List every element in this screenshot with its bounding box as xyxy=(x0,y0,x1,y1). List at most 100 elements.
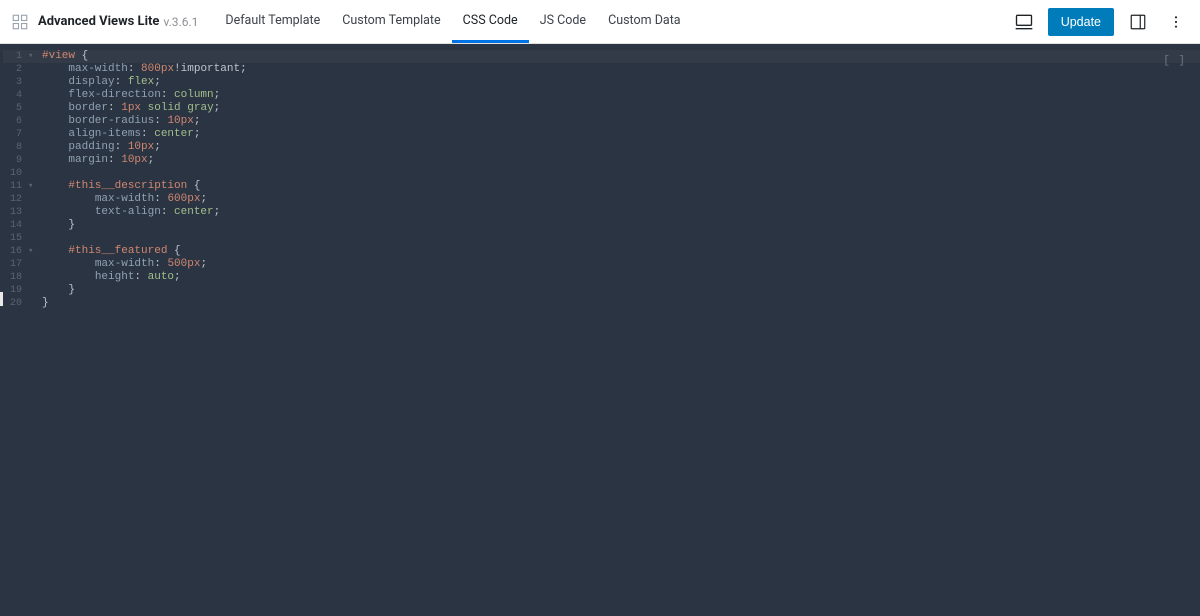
code-line[interactable]: 19 } xyxy=(0,284,1200,297)
code-text[interactable]: height: auto; xyxy=(38,271,181,284)
app-version: v.3.6.1 xyxy=(163,15,198,29)
line-number: 9 xyxy=(0,154,28,167)
fold-marker-icon xyxy=(28,193,38,206)
line-number: 10 xyxy=(0,167,28,180)
code-line[interactable]: 1▾#view { xyxy=(0,50,1200,63)
fold-marker-icon xyxy=(28,271,38,284)
code-line[interactable]: 18 height: auto; xyxy=(0,271,1200,284)
code-line[interactable]: 9 margin: 10px; xyxy=(0,154,1200,167)
more-options-icon[interactable] xyxy=(1162,8,1190,36)
code-line[interactable]: 4 flex-direction: column; xyxy=(0,89,1200,102)
code-text[interactable]: padding: 10px; xyxy=(38,141,161,154)
editor-left-marker xyxy=(0,292,3,306)
code-text[interactable]: } xyxy=(38,297,49,310)
code-line[interactable]: 3 display: flex; xyxy=(0,76,1200,89)
tab-custom-data[interactable]: Custom Data xyxy=(597,0,692,43)
fold-marker-icon xyxy=(28,219,38,232)
line-number: 12 xyxy=(0,193,28,206)
code-text[interactable]: #this__featured { xyxy=(38,245,181,258)
fold-marker-icon[interactable]: ▾ xyxy=(28,245,38,258)
code-text[interactable]: max-width: 800px!important; xyxy=(38,63,247,76)
line-number: 7 xyxy=(0,128,28,141)
code-line[interactable]: 20} xyxy=(0,297,1200,310)
code-lines[interactable]: 1▾#view {2 max-width: 800px!important;3 … xyxy=(0,44,1200,310)
fold-marker-icon xyxy=(28,154,38,167)
fold-marker-icon[interactable]: ▾ xyxy=(28,50,38,63)
line-number: 17 xyxy=(0,258,28,271)
line-number: 14 xyxy=(0,219,28,232)
code-line[interactable]: 10 xyxy=(0,167,1200,180)
fold-marker-icon xyxy=(28,102,38,115)
code-line[interactable]: 8 padding: 10px; xyxy=(0,141,1200,154)
fold-marker-icon[interactable]: ▾ xyxy=(28,180,38,193)
code-text[interactable]: #view { xyxy=(38,50,88,63)
code-text[interactable]: max-width: 600px; xyxy=(38,193,207,206)
panel-toggle-icon[interactable] xyxy=(1124,8,1152,36)
fold-marker-icon xyxy=(28,167,38,180)
toolbar-right: Update xyxy=(1010,8,1190,36)
fold-marker-icon xyxy=(28,63,38,76)
code-line[interactable]: 14 } xyxy=(0,219,1200,232)
fold-marker-icon xyxy=(28,258,38,271)
code-line[interactable]: 17 max-width: 500px; xyxy=(0,258,1200,271)
tab-default-template[interactable]: Default Template xyxy=(214,0,331,43)
line-number: 15 xyxy=(0,232,28,245)
code-line[interactable]: 7 align-items: center; xyxy=(0,128,1200,141)
line-number: 3 xyxy=(0,76,28,89)
line-number: 5 xyxy=(0,102,28,115)
line-number: 18 xyxy=(0,271,28,284)
editor-left-strip xyxy=(0,44,3,616)
fold-marker-icon xyxy=(28,128,38,141)
line-number: 6 xyxy=(0,115,28,128)
code-line[interactable]: 6 border-radius: 10px; xyxy=(0,115,1200,128)
fold-marker-icon xyxy=(28,206,38,219)
fold-marker-icon xyxy=(28,76,38,89)
line-number: 16 xyxy=(0,245,28,258)
fullscreen-toggle-icon[interactable]: [ ] xyxy=(1163,54,1186,70)
fold-marker-icon xyxy=(28,284,38,297)
code-line[interactable]: 15 xyxy=(0,232,1200,245)
line-number: 19 xyxy=(0,284,28,297)
tab-js-code[interactable]: JS Code xyxy=(529,0,597,43)
code-line[interactable]: 11▾ #this__description { xyxy=(0,180,1200,193)
fold-marker-icon xyxy=(28,297,38,310)
line-number: 1 xyxy=(0,50,28,63)
code-text[interactable]: max-width: 500px; xyxy=(38,258,207,271)
code-editor[interactable]: [ ] 1▾#view {2 max-width: 800px!importan… xyxy=(0,44,1200,616)
code-text[interactable]: margin: 10px; xyxy=(38,154,154,167)
line-number: 8 xyxy=(0,141,28,154)
code-text[interactable]: border-radius: 10px; xyxy=(38,115,200,128)
code-text[interactable]: text-align: center; xyxy=(38,206,220,219)
code-text[interactable]: flex-direction: column; xyxy=(38,89,220,102)
tab-css-code[interactable]: CSS Code xyxy=(452,0,529,43)
line-number: 4 xyxy=(0,89,28,102)
code-text[interactable]: align-items: center; xyxy=(38,128,200,141)
tab-bar: Default TemplateCustom TemplateCSS CodeJ… xyxy=(214,0,691,43)
fold-marker-icon xyxy=(28,115,38,128)
code-line[interactable]: 13 text-align: center; xyxy=(0,206,1200,219)
top-toolbar: Advanced Views Lite v.3.6.1 Default Temp… xyxy=(0,0,1200,44)
tab-custom-template[interactable]: Custom Template xyxy=(331,0,451,43)
code-line[interactable]: 5 border: 1px solid gray; xyxy=(0,102,1200,115)
line-number: 13 xyxy=(0,206,28,219)
code-text[interactable]: #this__description { xyxy=(38,180,200,193)
code-text[interactable]: } xyxy=(38,284,75,297)
line-number: 2 xyxy=(0,63,28,76)
code-text[interactable]: } xyxy=(38,219,75,232)
code-text[interactable] xyxy=(38,167,68,180)
code-text[interactable]: display: flex; xyxy=(38,76,161,89)
fold-marker-icon xyxy=(28,232,38,245)
code-line[interactable]: 12 max-width: 600px; xyxy=(0,193,1200,206)
line-number: 11 xyxy=(0,180,28,193)
app-title: Advanced Views Lite xyxy=(38,14,159,29)
fold-marker-icon xyxy=(28,141,38,154)
code-line[interactable]: 16▾ #this__featured { xyxy=(0,245,1200,258)
code-line[interactable]: 2 max-width: 800px!important; xyxy=(0,63,1200,76)
code-text[interactable] xyxy=(38,232,68,245)
code-text[interactable]: border: 1px solid gray; xyxy=(38,102,220,115)
line-number: 20 xyxy=(0,297,28,310)
device-preview-icon[interactable] xyxy=(1010,8,1038,36)
app-logo-icon xyxy=(10,12,30,32)
fold-marker-icon xyxy=(28,89,38,102)
update-button[interactable]: Update xyxy=(1048,8,1114,36)
